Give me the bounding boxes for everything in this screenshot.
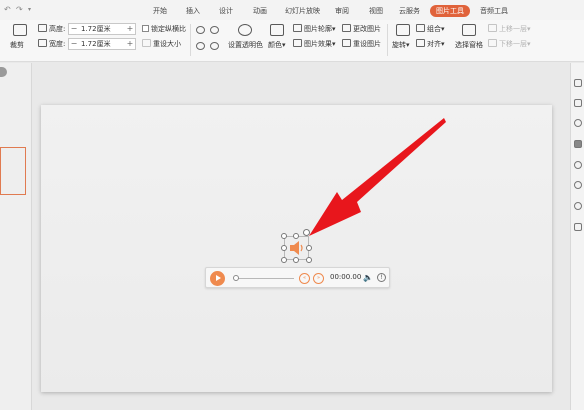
sidebar-help-icon[interactable] xyxy=(574,202,582,210)
picture-outline-icon xyxy=(293,24,302,32)
picture-effect-icon xyxy=(293,39,302,47)
tab-review[interactable]: 审阅 xyxy=(335,5,349,17)
quick-access-dropdown-icon[interactable]: ▾ xyxy=(28,6,31,13)
rotate-icon[interactable] xyxy=(396,24,410,36)
group-button[interactable]: 组合▾ xyxy=(416,24,445,34)
color-button[interactable]: 颜色▾ xyxy=(268,40,286,50)
resize-handle[interactable] xyxy=(281,245,287,251)
width-icon xyxy=(38,39,47,47)
slide-thumbnail[interactable] xyxy=(0,147,26,195)
sidebar-tool-icon[interactable] xyxy=(574,99,582,107)
crop-button[interactable]: 裁剪 xyxy=(10,40,24,50)
speaker-icon[interactable] xyxy=(288,240,305,256)
lock-ratio-checkbox[interactable]: 锁定纵横比 xyxy=(142,24,186,34)
width-input[interactable]: 1.72厘米 xyxy=(79,39,125,49)
tab-home[interactable]: 开始 xyxy=(153,5,167,17)
resize-handle[interactable] xyxy=(306,257,312,263)
tab-design[interactable]: 设计 xyxy=(219,5,233,17)
resize-handle[interactable] xyxy=(281,233,287,239)
width-stepper[interactable]: − 1.72厘米 + xyxy=(68,38,136,50)
set-transparent-button[interactable]: 设置透明色 xyxy=(228,40,263,50)
align-button[interactable]: 对齐▾ xyxy=(416,39,445,49)
change-picture-button[interactable]: 更改图片 xyxy=(342,24,381,34)
rotate-button[interactable]: 旋转▾ xyxy=(392,40,410,50)
tab-audio-tools[interactable]: 音频工具 xyxy=(480,5,508,17)
resize-handle[interactable] xyxy=(293,233,299,239)
height-icon xyxy=(38,24,47,32)
redo-icon[interactable]: ↷ xyxy=(16,5,23,14)
change-picture-icon xyxy=(342,24,351,32)
right-side-panel xyxy=(570,63,584,410)
brightness-up-icon[interactable] xyxy=(196,26,205,34)
transparent-color-icon[interactable] xyxy=(238,24,252,36)
send-backward-icon xyxy=(488,39,497,47)
sidebar-history-icon[interactable] xyxy=(574,181,582,189)
info-icon[interactable]: ! xyxy=(377,273,386,282)
tab-insert[interactable]: 插入 xyxy=(186,5,200,17)
height-increase-button[interactable]: + xyxy=(125,24,135,34)
ribbon-divider xyxy=(190,24,191,56)
rotate-handle[interactable] xyxy=(303,229,310,236)
fast-forward-button[interactable]: » xyxy=(313,273,324,284)
picture-outline-button[interactable]: 图片轮廓▾ xyxy=(293,24,336,34)
undo-icon[interactable]: ↶ xyxy=(4,5,11,14)
bring-forward-button[interactable]: 上移一层▾ xyxy=(488,24,531,34)
tab-slideshow[interactable]: 幻灯片放映 xyxy=(285,5,320,17)
ribbon-divider xyxy=(387,24,388,56)
resize-handle[interactable] xyxy=(306,245,312,251)
slide-thumbnail-pane xyxy=(0,63,32,410)
bring-forward-icon xyxy=(488,24,497,32)
sidebar-properties-icon[interactable] xyxy=(574,140,582,148)
progress-track[interactable] xyxy=(235,278,294,279)
brightness-down-icon[interactable] xyxy=(196,42,205,50)
selection-pane-icon[interactable] xyxy=(462,24,476,36)
tab-cloud-service[interactable]: 云服务 xyxy=(399,5,420,17)
height-input[interactable]: 1.72厘米 xyxy=(79,24,125,34)
crop-icon[interactable] xyxy=(13,24,27,36)
time-display: 00:00.00 xyxy=(330,273,362,281)
send-backward-button[interactable]: 下移一层▾ xyxy=(488,39,531,49)
resize-handle[interactable] xyxy=(293,257,299,263)
contrast-up-icon[interactable] xyxy=(210,26,219,34)
color-icon[interactable] xyxy=(270,24,284,36)
width-decrease-button[interactable]: − xyxy=(69,39,79,49)
resize-handle[interactable] xyxy=(281,257,287,263)
contrast-down-icon[interactable] xyxy=(210,42,219,50)
tab-animation[interactable]: 动画 xyxy=(253,5,267,17)
height-decrease-button[interactable]: − xyxy=(69,24,79,34)
menu-bar: ↶ ↷ ▾ 开始 插入 设计 动画 幻灯片放映 审阅 视图 云服务 图片工具 音… xyxy=(0,0,584,20)
play-button[interactable] xyxy=(210,271,225,286)
height-label: 高度: xyxy=(49,25,66,33)
reset-picture-button[interactable]: 重设图片 xyxy=(342,39,381,49)
ribbon-toolbar: 裁剪 高度: − 1.72厘米 + 宽度: − 1.72厘米 + 锁定纵横比 重… xyxy=(0,20,584,62)
audio-player-bar: « » 00:00.00 🔈 ! xyxy=(205,267,390,288)
checkbox-icon xyxy=(142,25,149,32)
sidebar-tool-icon[interactable] xyxy=(574,223,582,231)
sidebar-share-icon[interactable] xyxy=(574,161,582,169)
selection-pane-button[interactable]: 选择窗格 xyxy=(455,40,483,50)
progress-knob[interactable] xyxy=(233,275,239,281)
group-icon xyxy=(416,24,425,32)
sidebar-tool-icon[interactable] xyxy=(574,119,582,127)
pane-collapse-handle[interactable] xyxy=(0,67,7,77)
tab-picture-tools[interactable]: 图片工具 xyxy=(430,5,470,17)
align-icon xyxy=(416,39,425,47)
width-label: 宽度: xyxy=(49,40,66,48)
sidebar-tool-icon[interactable] xyxy=(574,79,582,87)
volume-icon[interactable]: 🔈 xyxy=(363,273,373,282)
reset-size-button[interactable]: 重设大小 xyxy=(142,39,181,49)
tab-view[interactable]: 视图 xyxy=(369,5,383,17)
rewind-button[interactable]: « xyxy=(299,273,310,284)
reset-size-icon xyxy=(142,39,151,47)
width-increase-button[interactable]: + xyxy=(125,39,135,49)
height-stepper[interactable]: − 1.72厘米 + xyxy=(68,23,136,35)
picture-effect-button[interactable]: 图片效果▾ xyxy=(293,39,336,49)
reset-picture-icon xyxy=(342,39,351,47)
lock-ratio-label: 锁定纵横比 xyxy=(151,25,186,33)
